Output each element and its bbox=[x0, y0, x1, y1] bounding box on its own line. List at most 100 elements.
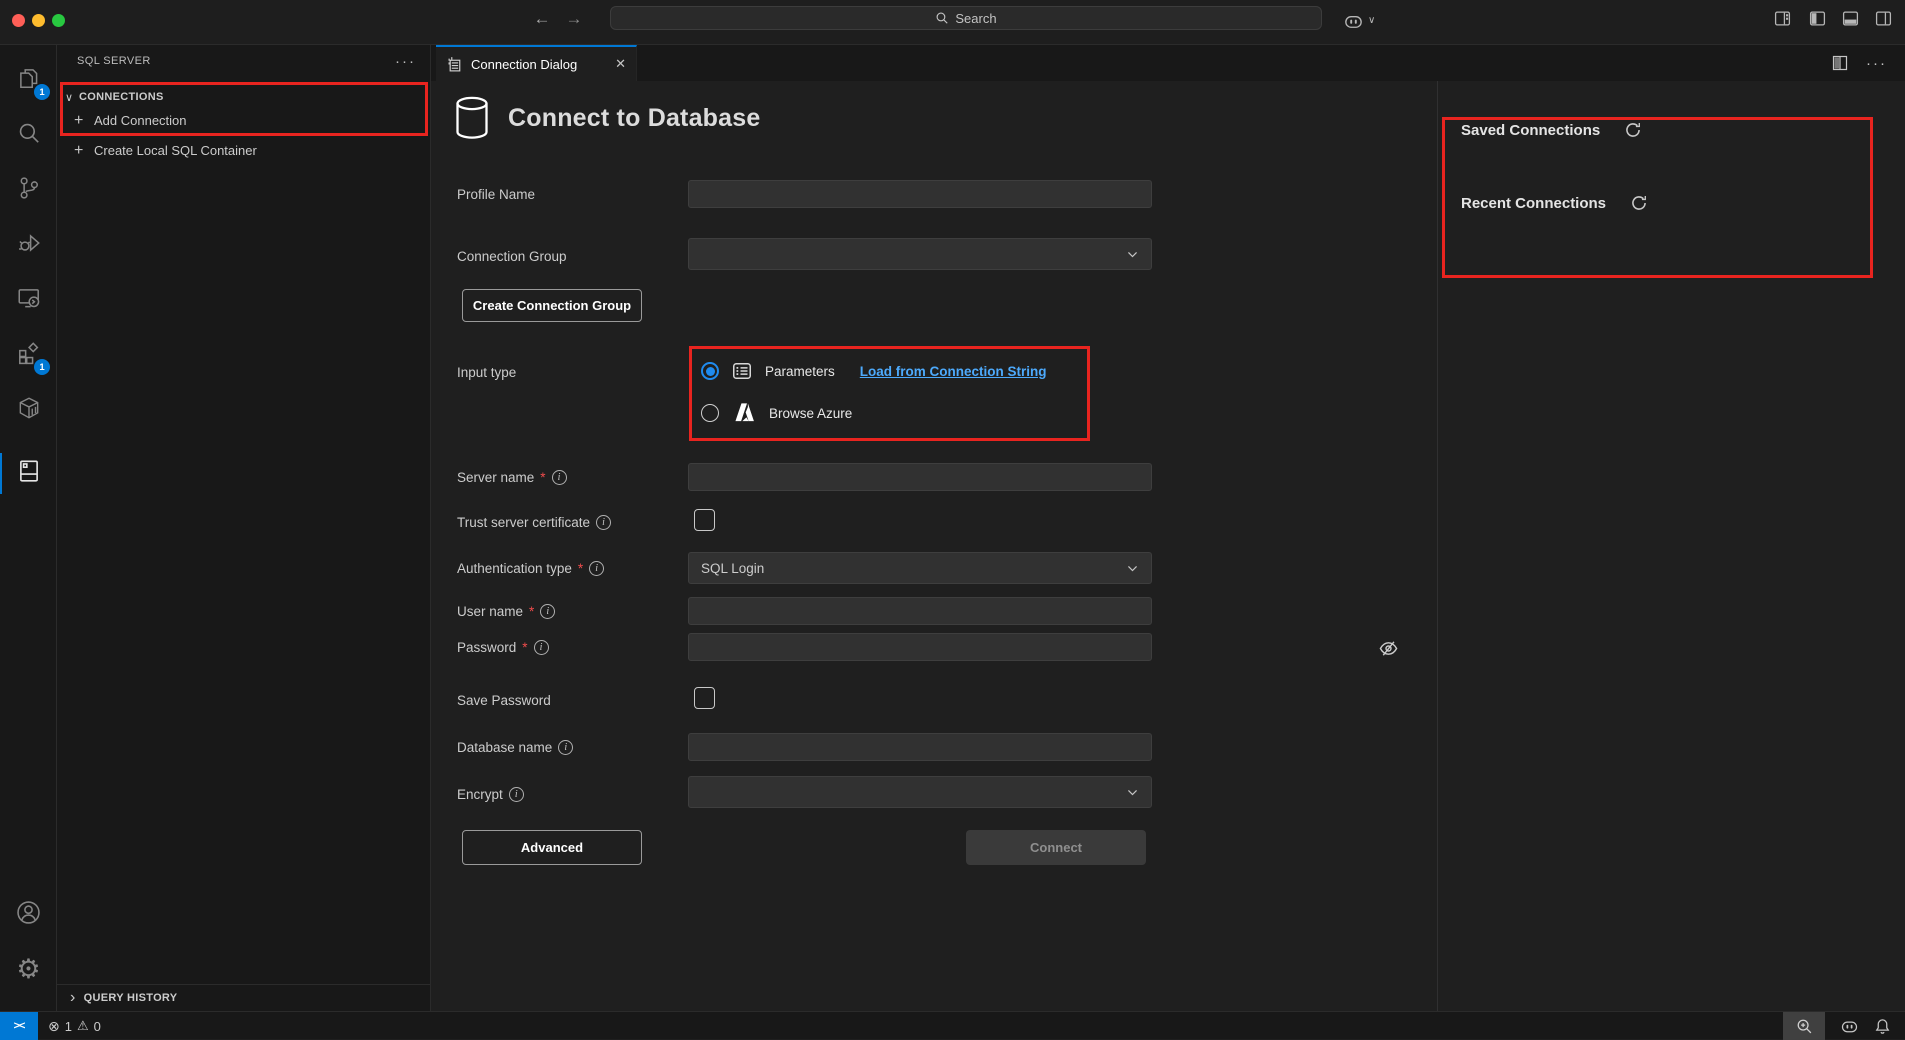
active-indicator bbox=[0, 453, 2, 494]
chevron-down-icon: ∨ bbox=[65, 91, 79, 104]
activity-bar: 1 bbox=[0, 45, 57, 1011]
more-actions-icon[interactable]: ··· bbox=[1866, 55, 1887, 72]
workbench: 1 bbox=[0, 45, 1905, 1011]
save-password-checkbox[interactable] bbox=[694, 687, 715, 709]
close-window-button[interactable] bbox=[12, 14, 25, 27]
notifications-bell-icon[interactable] bbox=[1874, 1018, 1891, 1035]
copilot-icon[interactable] bbox=[1342, 10, 1365, 38]
sidebar-item-sql-server[interactable] bbox=[0, 446, 57, 501]
info-icon[interactable]: i bbox=[540, 604, 555, 619]
input-type-label: Input type bbox=[457, 362, 516, 382]
info-icon[interactable]: i bbox=[596, 515, 611, 530]
toggle-panel-icon[interactable] bbox=[1842, 10, 1859, 32]
sidebar-title: SQL SERVER bbox=[77, 55, 395, 67]
more-actions-icon[interactable]: ··· bbox=[395, 53, 416, 70]
source-control-icon bbox=[16, 175, 42, 206]
recent-connections-title: Recent Connections bbox=[1461, 195, 1606, 212]
search-icon bbox=[16, 120, 42, 151]
editor-group: Connection Dialog ✕ ··· Connec bbox=[431, 45, 1905, 1011]
server-name-label: Server name * i bbox=[457, 467, 567, 487]
database-name-input[interactable] bbox=[688, 733, 1152, 761]
manage-settings-button[interactable]: ⚙ bbox=[0, 942, 57, 997]
plus-icon: + bbox=[74, 142, 94, 160]
minimize-window-button[interactable] bbox=[32, 14, 45, 27]
go-back-icon[interactable]: ← bbox=[528, 9, 556, 29]
toggle-password-visibility-icon[interactable] bbox=[1379, 639, 1398, 663]
saved-connections-title: Saved Connections bbox=[1461, 122, 1600, 139]
load-from-connection-string-link[interactable]: Load from Connection String bbox=[860, 364, 1047, 379]
input-type-parameters-option[interactable]: Parameters Load from Connection String bbox=[701, 361, 1047, 381]
trust-server-certificate-checkbox[interactable] bbox=[694, 509, 715, 531]
connection-group-select[interactable] bbox=[688, 238, 1152, 270]
sidebar-item-containers[interactable] bbox=[0, 383, 57, 438]
parameters-icon bbox=[732, 361, 752, 381]
zoom-in-icon bbox=[1796, 1018, 1813, 1035]
sidebar-item-extensions[interactable]: 1 bbox=[0, 328, 57, 383]
trust-server-certificate-label: Trust server certificate i bbox=[457, 512, 611, 532]
refresh-icon[interactable] bbox=[1630, 194, 1648, 212]
advanced-button[interactable]: Advanced bbox=[462, 830, 642, 865]
refresh-icon[interactable] bbox=[1624, 121, 1642, 139]
info-icon[interactable]: i bbox=[558, 740, 573, 755]
query-history-section-header[interactable]: › QUERY HISTORY bbox=[57, 984, 430, 1011]
input-type-browse-azure-option[interactable]: Browse Azure bbox=[701, 401, 852, 425]
remote-indicator[interactable]: >< bbox=[0, 1012, 38, 1040]
info-icon[interactable]: i bbox=[552, 470, 567, 485]
sidebar-item-explorer[interactable]: 1 bbox=[0, 53, 57, 108]
profile-name-input[interactable] bbox=[688, 180, 1152, 208]
chevron-down-icon bbox=[1126, 786, 1139, 799]
sidebar-item-search[interactable] bbox=[0, 108, 57, 163]
sql-server-sidebar: SQL SERVER ··· ∨ CONNECTIONS + Add Conne… bbox=[57, 45, 431, 1011]
warnings-icon: ⚠ bbox=[77, 1018, 89, 1034]
database-icon bbox=[452, 95, 492, 141]
info-icon[interactable]: i bbox=[589, 561, 604, 576]
radio-selected-icon[interactable] bbox=[701, 362, 719, 380]
info-icon[interactable]: i bbox=[509, 787, 524, 802]
chevron-down-icon bbox=[1126, 248, 1139, 261]
extensions-badge: 1 bbox=[34, 359, 50, 375]
connect-button[interactable]: Connect bbox=[966, 830, 1146, 865]
sidebar-item-remote-explorer[interactable] bbox=[0, 273, 57, 328]
sidebar-item-source-control[interactable] bbox=[0, 163, 57, 218]
explorer-badge: 1 bbox=[34, 84, 50, 100]
split-editor-icon[interactable] bbox=[1832, 55, 1848, 71]
connections-section-header[interactable]: ∨ CONNECTIONS bbox=[57, 85, 427, 109]
panel-divider bbox=[1437, 81, 1438, 1011]
server-name-input[interactable] bbox=[688, 463, 1152, 491]
required-marker: * bbox=[578, 561, 583, 576]
vscode-window: ← → Search ∨ bbox=[0, 0, 1905, 1039]
add-connection-item[interactable]: + Add Connection bbox=[57, 108, 427, 133]
add-connection-label: Add Connection bbox=[94, 113, 187, 128]
required-marker: * bbox=[522, 640, 527, 655]
go-forward-icon[interactable]: → bbox=[560, 9, 588, 29]
search-icon bbox=[935, 11, 949, 25]
zoom-status-button[interactable] bbox=[1783, 1012, 1825, 1040]
search-placeholder: Search bbox=[955, 11, 996, 26]
password-input[interactable] bbox=[688, 633, 1152, 661]
close-tab-icon[interactable]: ✕ bbox=[615, 56, 626, 72]
zoom-window-button[interactable] bbox=[52, 14, 65, 27]
problems-status[interactable]: ⊗ 1 ⚠ 0 bbox=[48, 1012, 101, 1040]
customize-layout-icon[interactable] bbox=[1774, 10, 1791, 32]
radio-unselected-icon[interactable] bbox=[701, 404, 719, 422]
sidebar-item-run-debug[interactable] bbox=[0, 218, 57, 273]
create-connection-group-button[interactable]: Create Connection Group bbox=[462, 289, 642, 322]
copilot-menu-chevron-icon[interactable]: ∨ bbox=[1368, 15, 1375, 26]
authentication-type-select[interactable]: SQL Login bbox=[688, 552, 1152, 584]
sql-server-icon bbox=[16, 458, 42, 489]
user-name-input[interactable] bbox=[688, 597, 1152, 625]
command-center-search[interactable]: Search bbox=[610, 6, 1322, 30]
accounts-button[interactable] bbox=[0, 887, 57, 942]
saved-connections-section: Saved Connections bbox=[1461, 121, 1642, 139]
tab-bar: Connection Dialog ✕ ··· bbox=[431, 45, 1905, 81]
profile-name-label: Profile Name bbox=[457, 184, 535, 204]
copilot-status-icon[interactable] bbox=[1839, 1016, 1860, 1037]
encrypt-select[interactable] bbox=[688, 776, 1152, 808]
create-local-sql-container-item[interactable]: + Create Local SQL Container bbox=[57, 138, 427, 163]
tab-label: Connection Dialog bbox=[471, 57, 608, 72]
toggle-secondary-sidebar-icon[interactable] bbox=[1875, 10, 1892, 32]
toggle-primary-sidebar-icon[interactable] bbox=[1809, 10, 1826, 32]
page-title: Connect to Database bbox=[508, 104, 760, 133]
tab-connection-dialog[interactable]: Connection Dialog ✕ bbox=[436, 45, 637, 81]
info-icon[interactable]: i bbox=[534, 640, 549, 655]
